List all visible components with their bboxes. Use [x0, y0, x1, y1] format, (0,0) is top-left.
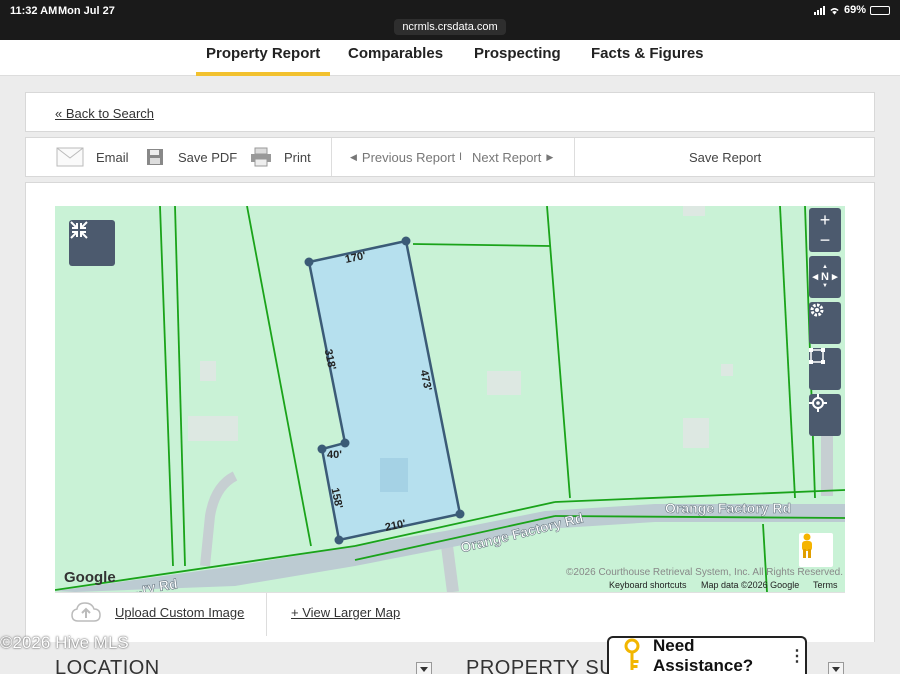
need-assistance-label: Need Assistance? — [653, 636, 754, 674]
email-button[interactable]: Email — [56, 138, 129, 176]
print-label: Print — [284, 149, 311, 165]
back-panel: « Back to Search — [25, 92, 875, 132]
zoom-out-button[interactable]: − — [820, 230, 831, 250]
caret-right-icon: ▶ — [546, 151, 554, 162]
bounding-box-icon — [809, 348, 825, 364]
building-footprint — [683, 206, 705, 216]
view-larger-map-link[interactable]: + View Larger Map — [291, 605, 400, 620]
building-footprint — [683, 418, 709, 448]
settings-button[interactable] — [809, 302, 841, 344]
back-to-search-link[interactable]: « Back to Search — [55, 106, 154, 121]
location-collapse-toggle[interactable] — [416, 662, 432, 674]
building-footprint — [721, 364, 733, 376]
cloud-upload-icon — [71, 602, 101, 622]
parcel-map[interactable]: 170' 318' 473' 40' 158' 210' Orange Fact… — [55, 206, 845, 592]
previous-report-button[interactable]: ◀ Previous Report — [350, 138, 455, 176]
floppy-disk-icon — [147, 149, 163, 165]
need-assistance-button[interactable]: Need Assistance? ⋮ — [607, 636, 807, 674]
property-summary-section-title: PROPERTY SU — [466, 657, 615, 674]
arrow-up-icon: ▲ — [822, 264, 828, 270]
tab-property-report[interactable]: Property Report — [195, 42, 331, 76]
upload-custom-image-button[interactable]: Upload Custom Image — [71, 601, 244, 623]
google-logo: Google — [64, 569, 116, 586]
map-data-credit: Map data ©2026 Google — [701, 580, 800, 590]
select-area-button[interactable] — [809, 348, 841, 390]
zoom-control: + − — [809, 208, 841, 252]
nav-separator: I — [459, 151, 463, 163]
url-text[interactable]: ncrmls.crsdata.com — [394, 19, 506, 35]
key-icon — [624, 638, 640, 670]
map-actions-bar: Upload Custom Image + View Larger Map — [55, 592, 845, 636]
tab-facts-figures[interactable]: Facts & Figures — [591, 42, 704, 76]
exit-fullscreen-button[interactable] — [69, 220, 115, 266]
road-label-orange-factory-2: Orange Factory Rd — [665, 500, 791, 516]
map-canvas: 170' 318' 473' 40' 158' 210' Orange Fact… — [55, 206, 845, 592]
save-pdf-label: Save PDF — [178, 149, 238, 165]
status-date: Mon Jul 27 — [58, 5, 115, 17]
map-copyright: ©2026 Courthouse Retrieval System, Inc. … — [566, 567, 843, 578]
save-report-button[interactable]: Save Report — [689, 138, 761, 176]
address-bar[interactable]: ncrmls.crsdata.com — [0, 19, 900, 35]
keyboard-shortcuts-link[interactable]: Keyboard shortcuts — [609, 580, 687, 590]
ios-status-bar: 11:32 AM Mon Jul 27 69% ncrmls.crsdata.c… — [0, 0, 900, 40]
status-time: 11:32 AM — [10, 5, 58, 17]
report-toolbar: Email Save PDF Print ◀ Previous Report I… — [25, 137, 875, 177]
wifi-icon — [830, 7, 839, 15]
top-nav: Property Report Comparables Prospecting … — [0, 40, 900, 76]
driveway — [441, 545, 459, 592]
building-footprint — [380, 458, 408, 492]
toolbar-divider — [574, 138, 575, 176]
north-label: N — [821, 271, 829, 283]
street-view-button[interactable] — [799, 533, 833, 567]
building-footprint — [487, 371, 521, 395]
battery-percent: 69% — [843, 4, 866, 16]
tab-prospecting[interactable]: Prospecting — [474, 42, 561, 76]
battery-icon — [870, 5, 890, 15]
next-report-button[interactable]: Next Report ▶ — [472, 138, 553, 176]
crosshair-icon — [809, 394, 827, 412]
north-indicator: ◂ N ▸ — [812, 271, 838, 283]
toolbar-divider — [331, 138, 332, 176]
status-indicators: 69% — [813, 4, 890, 16]
email-label: Email — [96, 149, 129, 165]
zoom-in-button[interactable]: + — [820, 210, 831, 230]
terms-link[interactable]: Terms — [813, 580, 838, 590]
locate-button[interactable] — [809, 394, 841, 436]
next-report-label: Next Report — [472, 149, 542, 165]
printer-icon — [251, 147, 271, 167]
building-footprint — [200, 361, 216, 381]
previous-report-label: Previous Report — [361, 149, 456, 165]
gear-icon — [810, 303, 824, 317]
mls-watermark: ©2026 Hive MLS — [0, 633, 129, 652]
cellular-signal-icon — [813, 5, 825, 15]
print-button[interactable]: Print — [250, 138, 311, 176]
envelope-icon — [56, 147, 84, 167]
collapse-arrows-icon — [70, 221, 88, 239]
save-pdf-button[interactable]: Save PDF — [146, 138, 237, 176]
building-footprint — [188, 416, 238, 441]
actions-divider — [266, 593, 267, 636]
caret-left-icon: ◀ — [350, 151, 357, 162]
upload-custom-image-label: Upload Custom Image — [115, 604, 245, 620]
dimension-notch: 40' — [327, 449, 342, 461]
driveway — [200, 471, 238, 567]
arrow-down-icon: ▼ — [822, 283, 828, 289]
location-section-title: LOCATION — [55, 657, 160, 674]
tab-comparables[interactable]: Comparables — [348, 42, 443, 76]
property-collapse-toggle[interactable] — [828, 662, 844, 674]
more-icon: ⋮ — [789, 648, 805, 665]
compass-control[interactable]: ▲ ◂ N ▸ ▼ — [809, 256, 841, 298]
pegman-icon — [802, 533, 812, 558]
